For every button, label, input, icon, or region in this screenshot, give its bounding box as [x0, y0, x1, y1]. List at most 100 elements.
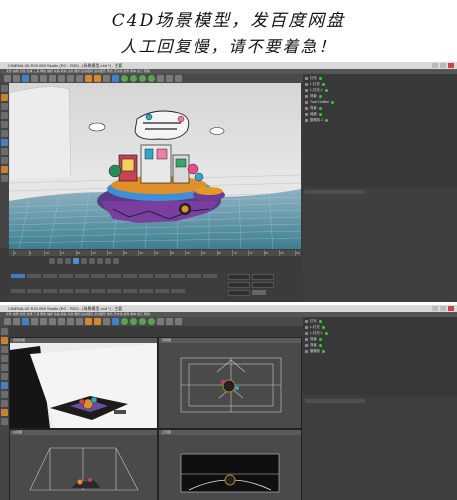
cube-icon[interactable]	[112, 318, 119, 325]
material-swatch[interactable]	[123, 289, 137, 293]
object-row[interactable]: L-灯光.1	[305, 88, 328, 93]
subdivision-icon[interactable]	[130, 75, 137, 82]
snap-icon[interactable]	[1, 148, 8, 155]
object-row[interactable]: 地面	[305, 112, 322, 117]
points-mode-icon[interactable]	[1, 112, 8, 119]
rotate-icon[interactable]	[49, 318, 56, 325]
polygons-mode-icon[interactable]	[1, 373, 8, 380]
object-row[interactable]: 摄像机	[305, 349, 326, 354]
lock-icon[interactable]	[1, 166, 8, 173]
timeline-scale[interactable]: 0 5 10 15 20 25 30 35 40 45 50 55 60 65 70 75 80 85 90	[9, 250, 301, 256]
x-axis-icon[interactable]	[58, 75, 65, 82]
material-swatch[interactable]	[43, 274, 57, 278]
subdivision-icon[interactable]	[130, 318, 137, 325]
z-axis-icon[interactable]	[76, 318, 83, 325]
material-swatch[interactable]	[27, 274, 41, 278]
render-settings-icon[interactable]	[103, 75, 110, 82]
object-row[interactable]: L-灯光	[305, 82, 325, 87]
object-row[interactable]: Toon Outline	[305, 100, 335, 105]
sculpt-icon[interactable]	[1, 175, 8, 182]
first-frame-icon[interactable]	[49, 258, 55, 264]
texture-mode-icon[interactable]	[1, 103, 8, 110]
close-button[interactable]	[448, 306, 454, 311]
points-mode-icon[interactable]	[1, 355, 8, 362]
visibility-dot-icon[interactable]	[321, 82, 325, 86]
viewport-perspective[interactable]: 透视视图	[9, 337, 158, 429]
object-row[interactable]: 场景	[305, 94, 322, 99]
visibility-dot-icon[interactable]	[318, 343, 322, 347]
material-swatch[interactable]	[187, 274, 201, 278]
material-swatch[interactable]	[75, 274, 89, 278]
bend-icon[interactable]	[148, 318, 155, 325]
material-swatch[interactable]	[91, 274, 105, 278]
material-swatch[interactable]	[155, 274, 169, 278]
object-row[interactable]: L-灯光	[305, 325, 325, 330]
make-editable-icon[interactable]	[1, 328, 8, 335]
position-field[interactable]	[228, 274, 250, 280]
visibility-dot-icon[interactable]	[324, 331, 328, 335]
workplane-icon[interactable]	[1, 400, 8, 407]
visibility-dot-icon[interactable]	[331, 100, 335, 104]
sculpt-icon[interactable]	[1, 418, 8, 425]
viewport-perspective[interactable]	[9, 83, 301, 249]
material-swatch[interactable]	[155, 289, 169, 293]
model-mode-icon[interactable]	[1, 337, 8, 344]
minimize-button[interactable]	[432, 63, 438, 68]
viewport-top[interactable]: 顶视图	[158, 337, 302, 429]
viewport-right[interactable]: 右视图	[9, 429, 158, 500]
material-swatch[interactable]	[123, 274, 137, 278]
render-view-icon[interactable]	[85, 318, 92, 325]
material-swatch[interactable]	[11, 274, 25, 278]
next-key-icon[interactable]	[89, 258, 95, 264]
object-row[interactable]: L-灯光.1	[305, 331, 328, 336]
material-swatch[interactable]	[139, 274, 153, 278]
material-swatch[interactable]	[11, 289, 25, 293]
material-swatch[interactable]	[139, 289, 153, 293]
maximize-button[interactable]	[440, 63, 446, 68]
visibility-dot-icon[interactable]	[318, 319, 322, 323]
visibility-dot-icon[interactable]	[318, 76, 322, 80]
render-view-icon[interactable]	[85, 75, 92, 82]
visibility-dot-icon[interactable]	[318, 337, 322, 341]
move-icon[interactable]	[31, 318, 38, 325]
rotate-icon[interactable]	[49, 75, 56, 82]
axis-mode-icon[interactable]	[1, 382, 8, 389]
cube-icon[interactable]	[112, 75, 119, 82]
maximize-button[interactable]	[440, 306, 446, 311]
move-icon[interactable]	[31, 75, 38, 82]
scale-icon[interactable]	[40, 75, 47, 82]
array-icon[interactable]	[139, 318, 146, 325]
edges-mode-icon[interactable]	[1, 364, 8, 371]
prev-frame-icon[interactable]	[65, 258, 71, 264]
render-settings-icon[interactable]	[103, 318, 110, 325]
material-swatch[interactable]	[171, 274, 185, 278]
pen-icon[interactable]	[121, 75, 128, 82]
y-axis-icon[interactable]	[67, 75, 74, 82]
object-row[interactable]: 背景	[305, 106, 322, 111]
y-axis-icon[interactable]	[67, 318, 74, 325]
select-icon[interactable]	[22, 318, 29, 325]
material-swatch[interactable]	[27, 289, 41, 293]
visibility-dot-icon[interactable]	[318, 94, 322, 98]
light-icon[interactable]	[175, 75, 182, 82]
camera-icon[interactable]	[166, 318, 173, 325]
redo-icon[interactable]	[13, 75, 20, 82]
next-frame-icon[interactable]	[81, 258, 87, 264]
render-icon[interactable]	[94, 318, 101, 325]
camera-icon[interactable]	[166, 75, 173, 82]
object-row[interactable]: 场景	[305, 337, 322, 342]
visibility-dot-icon[interactable]	[318, 106, 322, 110]
material-swatch[interactable]	[171, 289, 185, 293]
z-axis-icon[interactable]	[76, 75, 83, 82]
floor-icon[interactable]	[157, 318, 164, 325]
texture-mode-icon[interactable]	[1, 346, 8, 353]
render-icon[interactable]	[94, 75, 101, 82]
last-frame-icon[interactable]	[97, 258, 103, 264]
light-icon[interactable]	[175, 318, 182, 325]
material-swatch[interactable]	[43, 289, 57, 293]
pen-icon[interactable]	[121, 318, 128, 325]
object-row[interactable]: 灯光	[305, 319, 322, 324]
workplane-icon[interactable]	[1, 157, 8, 164]
x-axis-icon[interactable]	[58, 318, 65, 325]
play-icon[interactable]	[73, 258, 79, 264]
